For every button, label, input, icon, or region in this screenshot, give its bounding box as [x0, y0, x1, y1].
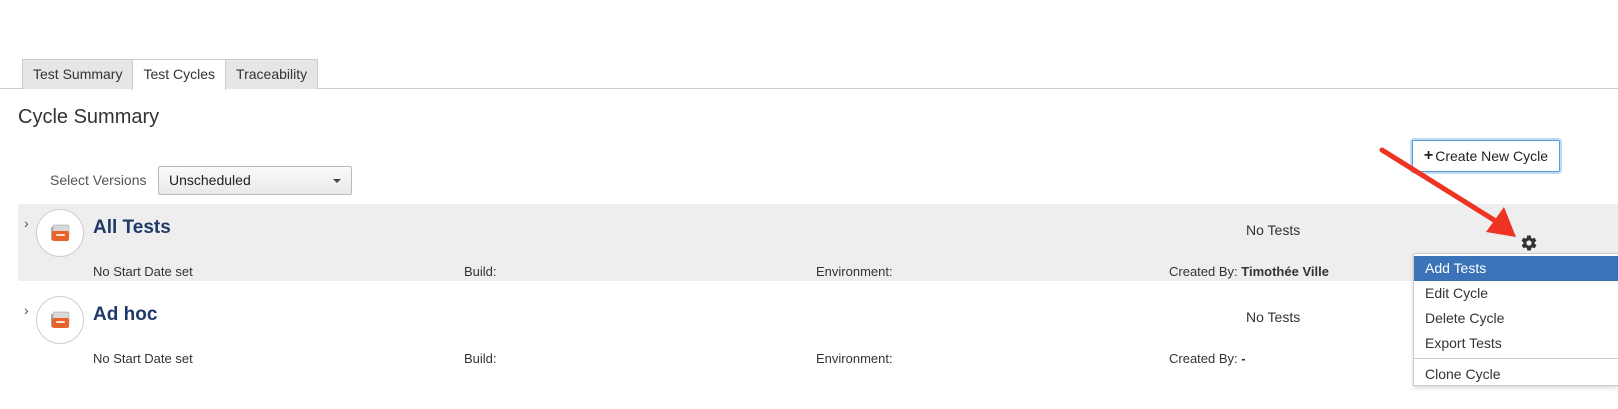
- cycle-name[interactable]: Ad hoc: [93, 304, 157, 326]
- test-cycles-page: Test Summary Test Cycles Traceability Cy…: [0, 0, 1618, 409]
- menu-item-delete-cycle[interactable]: Delete Cycle: [1414, 306, 1618, 331]
- menu-item-add-tests[interactable]: Add Tests: [1414, 256, 1618, 281]
- menu-item-edit-cycle[interactable]: Edit Cycle: [1414, 281, 1618, 306]
- cycle-start-date: No Start Date set: [93, 351, 193, 366]
- cycle-actions-menu: Add Tests Edit Cycle Delete Cycle Export…: [1413, 253, 1618, 386]
- created-by-value: -: [1241, 351, 1246, 366]
- created-by-label: Created By:: [1169, 351, 1238, 366]
- cycle-environment-label: Environment:: [816, 264, 893, 279]
- cycle-row-ad-hoc[interactable]: › Ad hoc No Tests No Start Date set Buil…: [18, 291, 1618, 368]
- tab-bar: Test Summary Test Cycles Traceability: [22, 59, 319, 90]
- cycle-build-label: Build:: [464, 264, 497, 279]
- version-select-value: Unscheduled: [169, 172, 251, 188]
- menu-divider: [1414, 358, 1618, 359]
- tab-test-cycles[interactable]: Test Cycles: [132, 59, 227, 90]
- version-select[interactable]: Unscheduled: [158, 166, 352, 195]
- menu-item-export-tests[interactable]: Export Tests: [1414, 331, 1618, 356]
- cycle-created-by: Created By: -: [1169, 351, 1246, 366]
- page-title: Cycle Summary: [18, 106, 160, 128]
- cycle-row-all-tests[interactable]: › All Tests No Tests No Start Date set B…: [18, 204, 1618, 281]
- create-new-cycle-button[interactable]: + Create New Cycle: [1412, 140, 1560, 172]
- cycle-status: No Tests: [1246, 222, 1301, 238]
- cycle-environment-label: Environment:: [816, 351, 893, 366]
- plus-icon: +: [1423, 147, 1434, 164]
- select-versions-label: Select Versions: [50, 172, 147, 188]
- created-by-value: Timothée Ville: [1241, 264, 1329, 279]
- cycle-name[interactable]: All Tests: [93, 217, 171, 239]
- tab-test-summary[interactable]: Test Summary: [22, 59, 134, 89]
- cycle-folder-icon: [36, 209, 84, 257]
- create-new-cycle-label: Create New Cycle: [1435, 148, 1549, 164]
- cycle-folder-icon: [36, 296, 84, 344]
- menu-item-clone-cycle[interactable]: Clone Cycle: [1414, 362, 1618, 387]
- gear-icon[interactable]: [1520, 234, 1538, 252]
- cycle-status: No Tests: [1246, 309, 1301, 325]
- cycle-created-by: Created By: Timothée Ville: [1169, 264, 1329, 279]
- cycle-build-label: Build:: [464, 351, 497, 366]
- chevron-right-icon[interactable]: ›: [24, 216, 29, 230]
- chevron-right-icon[interactable]: ›: [24, 303, 29, 317]
- created-by-label: Created By:: [1169, 264, 1238, 279]
- caret-down-icon: [333, 179, 341, 183]
- tab-traceability[interactable]: Traceability: [225, 59, 319, 89]
- cycle-start-date: No Start Date set: [93, 264, 193, 279]
